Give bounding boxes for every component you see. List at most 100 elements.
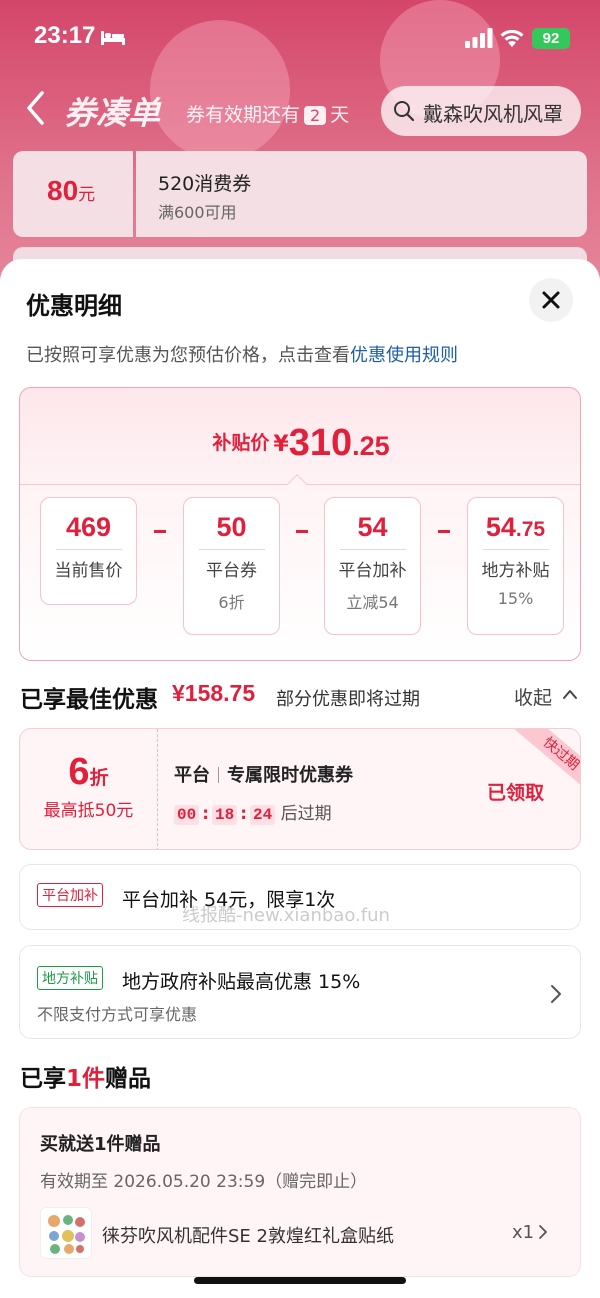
gift-headline: 买就送1件赠品 <box>40 1134 161 1155</box>
component-label: 平台加补 <box>338 561 407 581</box>
background-coupon-amount-value: 80 <box>47 175 79 206</box>
local-subsidy-text: 地方政府补贴最高优惠 15% <box>122 971 361 993</box>
close-button[interactable] <box>529 278 573 322</box>
validity-days: 2 <box>304 106 327 125</box>
estimate-description: 已按照可享优惠为您预估价格，点击查看优惠使用规则 <box>26 341 458 367</box>
price-component-box: 469 当前售价 <box>40 497 137 605</box>
component-separator <box>482 549 549 550</box>
home-indicator[interactable] <box>194 1277 406 1284</box>
battery-indicator: 92 <box>532 28 570 49</box>
platform-subsidy-tag: 平台加补 <box>37 883 103 907</box>
component-separator <box>339 549 406 550</box>
battery-level: 92 <box>542 30 560 47</box>
minus-sign <box>438 530 450 533</box>
component-value: 469 <box>65 512 112 542</box>
coupon-name: 专属限时优惠券 <box>227 765 353 786</box>
price-decimal: .25 <box>352 431 390 461</box>
expiry-countdown: 00:18:24 后过期 <box>174 799 332 825</box>
coupon-max-deduction: 最高抵50元 <box>43 801 134 821</box>
status-bar: 23:17 92 <box>0 0 600 78</box>
background-coupon-amount: 80元 <box>47 175 95 207</box>
ribbon-label: 快过期 <box>511 729 580 798</box>
coupon-validity: 券有效期还有 2 天 <box>186 100 349 127</box>
best-discount-title: 已享最佳优惠 <box>20 687 158 713</box>
gift-title-count: 1件 <box>66 1066 106 1092</box>
component-sub: 15% <box>497 589 534 608</box>
gift-card: 买就送1件赠品 有效期至 2026.05.20 23:59（赠完即止） 徕芬吹风… <box>19 1107 581 1277</box>
wifi-icon <box>500 29 524 47</box>
coupon-discount: 6折 <box>20 751 157 794</box>
validity-prefix: 券有效期还有 <box>186 104 301 126</box>
best-discount-header: 已享最佳优惠 ¥158.75 部分优惠即将过期 收起 <box>20 680 580 713</box>
minus-sign <box>154 530 166 533</box>
background-coupon-name: 520消费券 <box>158 173 252 195</box>
component-value-decimal: .75 <box>515 518 546 541</box>
coupon-discount-value: 6 <box>68 751 90 793</box>
background-coupon-amount-unit: 元 <box>78 185 96 204</box>
chevron-up-icon <box>563 690 577 699</box>
sheet-title: 优惠明细 <box>26 292 122 320</box>
background-coupon-info: 520消费券 满600可用 <box>136 151 587 237</box>
price-component-box: 54.75 地方补贴 15% <box>467 497 564 635</box>
gift-item-quantity[interactable]: x1 <box>512 1222 547 1243</box>
gift-title-suffix: 赠品 <box>105 1066 152 1092</box>
validity-suffix: 天 <box>330 104 350 126</box>
component-sub: 6折 <box>218 593 245 612</box>
component-label: 平台券 <box>206 561 257 581</box>
watermark: 线报酷-new.xianbao.fun <box>182 905 390 926</box>
subsidy-price-card: 补贴价 ¥310.25 469 当前售价 50 平台券 6折 54 平台加补 立减… <box>19 387 581 661</box>
background-coupon-condition: 满600可用 <box>158 203 237 222</box>
countdown-suffix: 后过期 <box>280 804 332 824</box>
description-text: 已按照可享优惠为您预估价格，点击查看 <box>26 345 350 366</box>
status-time: 23:17 <box>34 22 96 49</box>
page-title: 券凑单 <box>64 94 161 132</box>
sleep-mode-icon <box>101 31 125 45</box>
local-subsidy-row[interactable]: 地方补贴 地方政府补贴最高优惠 15% 不限支付方式可享优惠 <box>19 945 581 1039</box>
search-placeholder: 戴森吹风机风罩 <box>423 102 563 126</box>
background-coupon-amount-area: 80元 <box>13 151 133 237</box>
countdown-colon: : <box>240 804 248 824</box>
countdown-hours: 00 <box>174 805 200 825</box>
local-subsidy-tag: 地方补贴 <box>37 966 103 990</box>
back-arrow-icon[interactable] <box>24 90 48 126</box>
platform-coupon-card[interactable]: 6折 最高抵50元 平台 专属限时优惠券 00:18:24 后过期 已领取 快过期 <box>19 728 581 850</box>
currency-symbol: ¥ <box>273 432 289 457</box>
search-box[interactable]: 戴森吹风机风罩 <box>381 86 581 136</box>
component-separator <box>198 549 265 550</box>
expiring-soon-ribbon: 快过期 <box>500 729 580 809</box>
best-discount-amount: ¥158.75 <box>172 680 256 706</box>
price-component-box: 50 平台券 6折 <box>183 497 280 635</box>
component-value: 54 <box>357 512 388 542</box>
coupon-source: 平台 <box>174 765 210 786</box>
usage-rules-link[interactable]: 优惠使用规则 <box>350 345 458 366</box>
coupon-discount-area: 6折 最高抵50元 <box>20 729 158 849</box>
gift-quantity-value: x1 <box>512 1222 535 1243</box>
minus-sign <box>296 530 308 533</box>
cellular-signal-icon <box>465 28 493 48</box>
chevron-right-icon <box>551 985 561 1003</box>
gift-validity: 有效期至 2026.05.20 23:59（赠完即止） <box>40 1172 368 1192</box>
collapse-label: 收起 <box>514 687 553 709</box>
coupon-discount-unit: 折 <box>89 768 109 789</box>
search-icon <box>394 101 415 122</box>
subsidy-price: 补贴价 ¥310.25 <box>20 422 580 465</box>
countdown-seconds: 24 <box>250 805 276 825</box>
price-integer: 310 <box>288 422 353 464</box>
gift-item-name: 徕芬吹风机配件SE 2敦煌红礼盒贴纸 <box>102 1226 394 1247</box>
nav-bar: 券凑单 券有效期还有 2 天 戴森吹风机风罩 <box>0 80 600 140</box>
component-value-integer: 54 <box>485 512 516 542</box>
component-label: 地方补贴 <box>481 561 550 581</box>
collapse-toggle[interactable]: 收起 <box>514 683 577 710</box>
coupon-title: 平台 专属限时优惠券 <box>174 761 353 787</box>
local-subsidy-subtext: 不限支付方式可享优惠 <box>37 1005 198 1024</box>
component-separator <box>55 549 122 550</box>
gift-thumbnail <box>40 1207 92 1259</box>
countdown-colon: : <box>202 804 210 824</box>
component-sub: 立减54 <box>346 593 399 612</box>
price-component-box: 54 平台加补 立减54 <box>324 497 421 635</box>
background-coupon-card: 80元 520消费券 满600可用 <box>13 151 587 237</box>
countdown-minutes: 18 <box>212 805 238 825</box>
subsidy-price-label: 补贴价 <box>212 432 270 454</box>
pointer-notch <box>287 474 307 494</box>
component-label: 当前售价 <box>54 561 123 581</box>
